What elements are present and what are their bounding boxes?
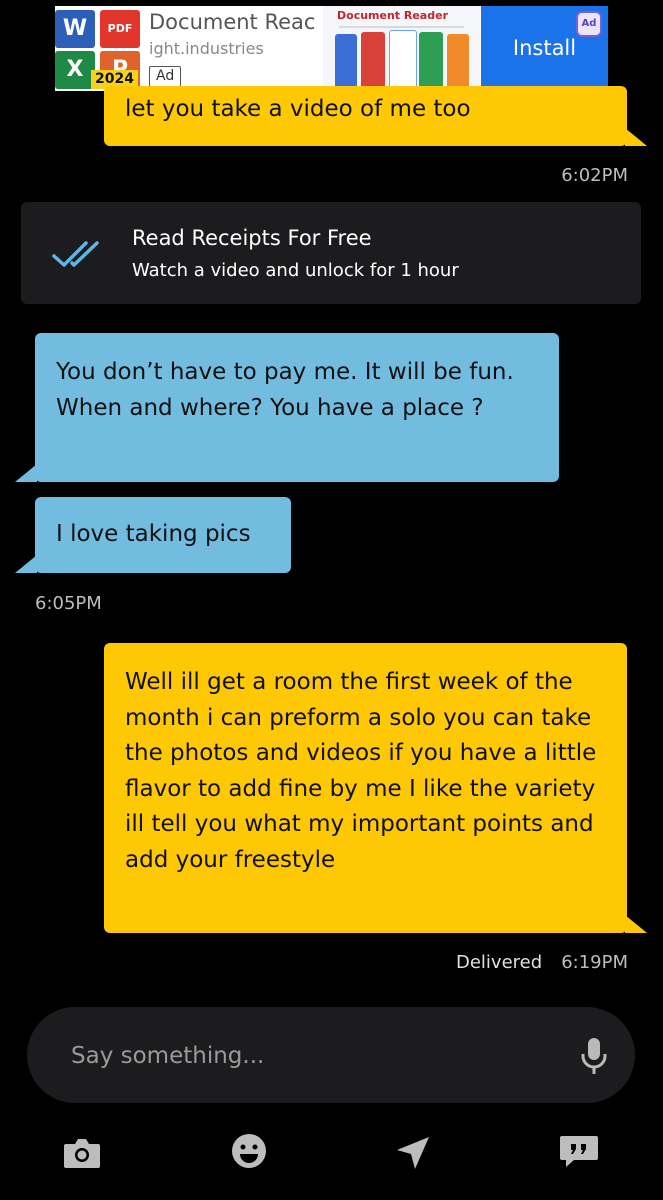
ad-screenshot-title: Document Reader <box>337 9 448 22</box>
ad-app-logo: W PDF X P 2024 <box>55 6 145 91</box>
phone-mock <box>419 32 443 91</box>
message-text: You don’t have to pay me. It will be fun… <box>56 359 514 421</box>
bubble-tail <box>15 555 37 573</box>
phrases-icon[interactable] <box>557 1129 601 1173</box>
word-tile: W <box>55 10 95 48</box>
ad-choices-icon[interactable]: Ad <box>576 11 602 37</box>
phone-mock <box>361 32 385 91</box>
ad-domain: ight.industries <box>149 39 264 58</box>
card-title: Read Receipts For Free <box>132 226 372 250</box>
bubble-tail <box>625 128 647 146</box>
message-timestamp: 6:02PM <box>561 165 628 186</box>
outgoing-message: let you take a video of me too <box>104 86 627 146</box>
message-timestamp: 6:19PM <box>561 952 628 973</box>
location-icon[interactable] <box>391 1131 435 1175</box>
message-text: let you take a video of me too <box>125 96 471 122</box>
excel-tile: X <box>55 51 95 89</box>
ad-screenshot: Document Reader <box>323 6 480 91</box>
incoming-message: You don’t have to pay me. It will be fun… <box>35 333 559 482</box>
message-text: Well ill get a room the first week of th… <box>125 669 597 873</box>
camera-icon[interactable] <box>60 1131 104 1175</box>
phone-mock <box>447 34 469 90</box>
double-check-icon <box>52 241 99 267</box>
outgoing-message: Well ill get a room the first week of th… <box>104 643 627 933</box>
bubble-tail <box>625 915 647 933</box>
phone-mock <box>335 34 357 90</box>
ad-screenshot-subtitle-line <box>339 26 464 28</box>
message-timestamp: 6:05PM <box>35 593 102 614</box>
ad-title: Document Reac <box>149 10 316 34</box>
emoji-icon[interactable] <box>227 1129 271 1173</box>
microphone-icon[interactable] <box>580 1036 608 1076</box>
bubble-tail <box>15 464 37 482</box>
message-composer <box>27 1007 635 1103</box>
phone-mock <box>389 30 417 91</box>
read-receipts-card[interactable]: Read Receipts For Free Watch a video and… <box>21 202 641 304</box>
message-text: I love taking pics <box>56 521 251 547</box>
delivery-status: Delivered <box>456 952 543 973</box>
message-input[interactable] <box>69 1035 553 1077</box>
pdf-tile: PDF <box>100 10 140 48</box>
card-subtitle: Watch a video and unlock for 1 hour <box>132 260 459 281</box>
ad-label: Ad <box>149 66 182 87</box>
incoming-message: I love taking pics <box>35 497 291 573</box>
ad-banner[interactable]: W PDF X P 2024 Document Reac ight.indust… <box>55 6 608 91</box>
